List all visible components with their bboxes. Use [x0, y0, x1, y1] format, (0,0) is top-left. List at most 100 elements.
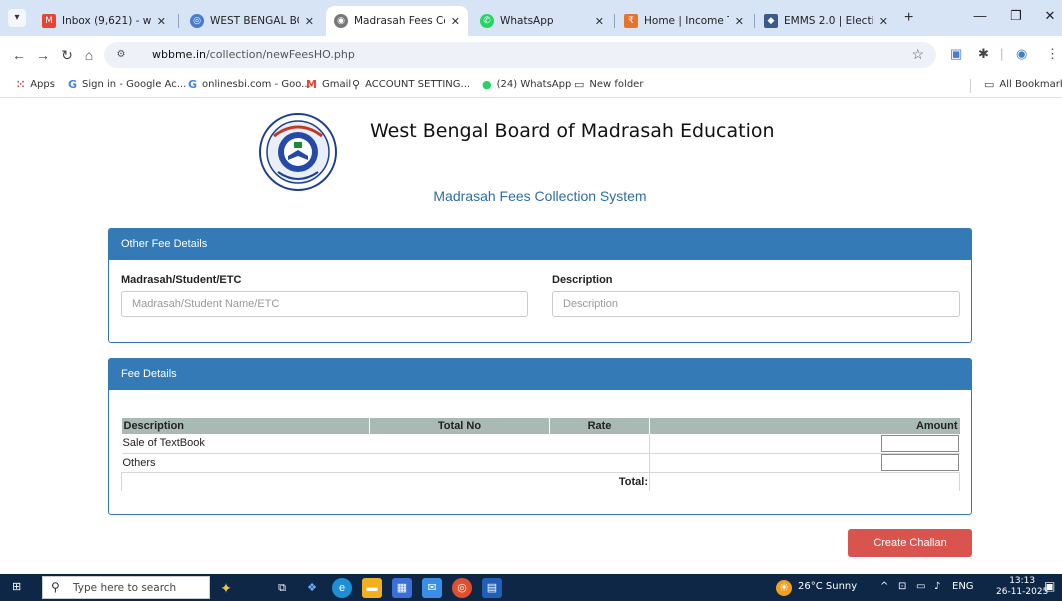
- tab-whatsapp[interactable]: ✆ WhatsApp ✕: [472, 6, 612, 36]
- fee-details-panel: Fee Details Description Total No Rate Am…: [108, 358, 972, 515]
- col-amount: Amount: [649, 418, 960, 434]
- google-icon: G: [188, 78, 198, 91]
- student-input[interactable]: [121, 291, 528, 317]
- network-icon[interactable]: ⊡: [898, 581, 906, 592]
- emms-icon: ◆: [764, 14, 778, 28]
- globe-icon: ◉: [334, 14, 348, 28]
- whatsapp-icon: ●: [482, 78, 492, 91]
- bookmark-google-signin[interactable]: G Sign in - Google Ac...: [68, 78, 186, 91]
- row-total-no: [369, 453, 550, 473]
- forward-arrow-icon[interactable]: →: [34, 46, 52, 64]
- new-tab-plus-icon[interactable]: +: [904, 9, 913, 27]
- store-icon[interactable]: ▦: [392, 578, 412, 598]
- tab-emms[interactable]: ◆ EMMS 2.0 | Election ✕: [756, 6, 896, 36]
- tab-label: WhatsApp: [500, 15, 554, 27]
- fee-table-header: Description Total No Rate Amount: [121, 418, 960, 434]
- url-text: wbbme.in/collection/newFeesHO.php: [152, 48, 355, 61]
- total-spacer: [121, 472, 370, 491]
- bookmark-onlinesbi[interactable]: G onlinesbi.com - Goo...: [188, 78, 311, 91]
- back-arrow-icon[interactable]: ←: [10, 46, 28, 64]
- volume-icon[interactable]: ♪: [934, 581, 940, 592]
- tab-separator: [614, 14, 615, 28]
- task-view-icon[interactable]: ⧉: [272, 578, 292, 598]
- system-title: Madrasah Fees Collection System: [0, 188, 1062, 204]
- whatsapp-icon: ✆: [480, 14, 494, 28]
- clock-time: 13:13: [1009, 576, 1036, 586]
- bookmark-apps[interactable]: ⁙ Apps: [16, 78, 55, 91]
- close-icon[interactable]: ✕: [157, 15, 166, 28]
- close-icon[interactable]: ✕: [451, 15, 460, 28]
- windows-start-icon[interactable]: ⊞: [12, 581, 24, 593]
- battery-icon[interactable]: ▭: [916, 581, 925, 592]
- close-icon[interactable]: ✕: [735, 15, 744, 28]
- search-icon: ⚲: [51, 580, 60, 594]
- edge-icon[interactable]: e: [332, 578, 352, 598]
- key-icon: ⚲: [352, 78, 361, 91]
- bookmark-label: onlinesbi.com - Goo...: [202, 79, 311, 90]
- app-icon[interactable]: ▤: [482, 578, 502, 598]
- minimize-icon[interactable]: —: [970, 8, 990, 23]
- translate-icon[interactable]: ▣: [950, 46, 962, 62]
- tab-gmail[interactable]: M Inbox (9,621) - wbbm ✕: [34, 6, 174, 36]
- close-icon[interactable]: ✕: [879, 15, 888, 28]
- bookmark-account-setting[interactable]: ⚲ ACCOUNT SETTING...: [352, 78, 470, 91]
- description-input[interactable]: [552, 291, 960, 317]
- taskbar-clock[interactable]: 13:13 26-11-2025: [996, 576, 1048, 598]
- bookmark-gmail[interactable]: M Gmail: [306, 78, 351, 91]
- close-icon[interactable]: ✕: [305, 15, 314, 28]
- chrome-taskbar-icon[interactable]: ◎: [452, 578, 472, 598]
- tray-chevron-icon[interactable]: ^: [880, 581, 888, 592]
- amount-input[interactable]: [880, 434, 959, 452]
- create-challan-button[interactable]: Create Challan: [848, 529, 972, 557]
- bookmark-new-folder[interactable]: ▭ New folder: [574, 78, 643, 91]
- bookmarks-bar: ⁙ Apps G Sign in - Google Ac... G online…: [0, 74, 1062, 98]
- chrome-icon: ◎: [190, 14, 204, 28]
- close-icon[interactable]: ✕: [595, 15, 604, 28]
- gmail-icon: M: [306, 78, 317, 91]
- menu-dots-icon[interactable]: ⋮: [1046, 46, 1059, 62]
- bookmark-star-icon[interactable]: ☆: [911, 46, 924, 63]
- tab-search-menu-icon[interactable]: ▾: [8, 9, 26, 27]
- bookmark-whatsapp[interactable]: ● (24) WhatsApp: [482, 78, 571, 91]
- row-rate: [549, 453, 650, 473]
- weather-text[interactable]: 26°C Sunny: [798, 581, 857, 592]
- tab-madrasah-fees[interactable]: ◉ Madrasah Fees Collec ✕: [326, 6, 468, 36]
- address-bar[interactable]: ⚙ wbbme.in/collection/newFeesHO.php ☆: [104, 42, 936, 68]
- income-tax-icon: ₹: [624, 14, 638, 28]
- notifications-icon[interactable]: ▣: [1044, 579, 1055, 593]
- browser-tab-strip: ▾ M Inbox (9,621) - wbbm ✕ ◎ WEST BENGAL…: [0, 0, 1062, 36]
- weather-icon: ☀: [776, 580, 792, 596]
- tab-label: WEST BENGAL BOAR: [210, 15, 299, 27]
- total-amount: [649, 472, 960, 491]
- google-icon: G: [68, 78, 78, 91]
- toolbar-divider: |: [1000, 46, 1004, 61]
- folder-icon: ▭: [984, 78, 995, 91]
- all-bookmarks[interactable]: ▭ All Bookmarks: [984, 78, 1062, 91]
- mail-icon[interactable]: ✉: [422, 578, 442, 598]
- file-explorer-icon[interactable]: ▬: [362, 578, 382, 598]
- site-info-icon[interactable]: ⚙: [114, 48, 128, 62]
- window-close-icon[interactable]: ✕: [1040, 8, 1060, 24]
- windows-taskbar: ⊞ ⚲ Type here to search ✦ ⧉ ❖ e ▬ ▦ ✉ ◎ …: [0, 574, 1062, 601]
- amount-input[interactable]: [880, 454, 959, 471]
- system-title-text: Madrasah Fees Collection System: [433, 188, 647, 204]
- profile-avatar-icon[interactable]: ◉: [1016, 46, 1027, 62]
- tab-separator: [178, 14, 179, 28]
- board-title: West Bengal Board of Madrasah Education: [370, 120, 775, 142]
- fee-details-heading: Fee Details: [109, 359, 971, 390]
- taskbar-search-box[interactable]: ⚲ Type here to search: [42, 576, 210, 599]
- reload-icon[interactable]: ↻: [58, 46, 76, 64]
- extensions-icon[interactable]: ✱: [978, 46, 989, 62]
- tab-income-tax[interactable]: ₹ Home | Income Tax D ✕: [616, 6, 752, 36]
- home-icon[interactable]: ⌂: [80, 46, 98, 64]
- tab-label: Home | Income Tax D: [644, 15, 729, 27]
- fee-table: Description Total No Rate Amount Sale of…: [121, 418, 960, 491]
- tab-wbbme[interactable]: ◎ WEST BENGAL BOAR ✕: [182, 6, 322, 36]
- restore-icon[interactable]: ❐: [1006, 8, 1026, 24]
- col-total-no: Total No: [369, 418, 550, 434]
- copilot-sparkle-icon[interactable]: ✦: [216, 578, 236, 598]
- student-label: Madrasah/Student/ETC: [121, 274, 242, 286]
- col-description: Description: [121, 418, 370, 434]
- language-indicator[interactable]: ENG: [952, 581, 974, 592]
- widgets-icon[interactable]: ❖: [302, 578, 322, 598]
